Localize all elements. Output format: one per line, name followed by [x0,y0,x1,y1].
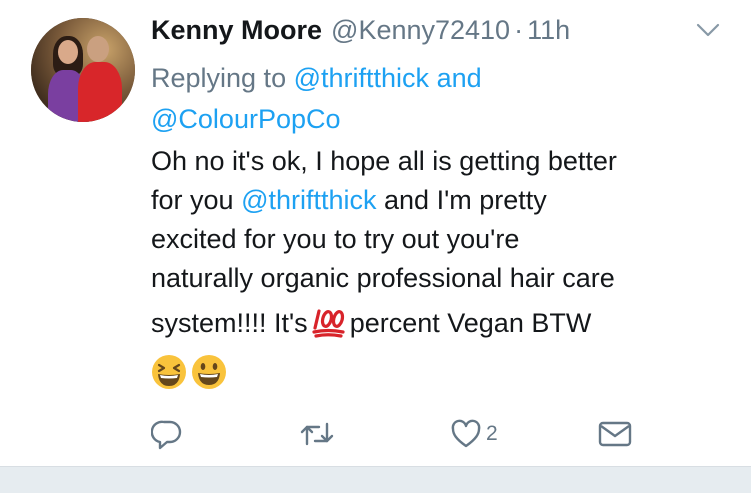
avatar[interactable] [31,18,135,122]
grinning-face-icon [192,355,226,389]
replying-prefix: Replying to [151,63,287,93]
tweet-actions: 2 [151,414,651,454]
replying-to: Replying to @thriftthick and @ColourPopC… [151,58,711,140]
like-button[interactable]: 2 [450,414,498,454]
tweet-header: Kenny Moore @Kenny72410 · 11h [151,12,570,48]
direct-message-button[interactable] [598,414,632,454]
tweet-text: Oh no it's ok, I hope all is getting bet… [151,142,741,354]
reply-icon [151,420,182,450]
emoji-row [151,354,227,390]
timestamp[interactable]: 11h [527,15,570,46]
tweet-text-line: excited for you to try out you're [151,224,520,254]
tweet[interactable]: Kenny Moore @Kenny72410 · 11h Replying t… [0,0,751,466]
timeline-divider [0,466,751,493]
reply-mention-colourpopco[interactable]: @ColourPopCo [151,104,341,134]
heart-icon [451,419,481,448]
tweet-text-line: naturally organic professional hair care [151,263,615,293]
reply-and[interactable]: and [437,63,482,93]
reply-mention-thriftthick[interactable]: @thriftthick [294,63,429,93]
hundred-points-icon [312,304,346,354]
tweet-text-line: Oh no it's ok, I hope all is getting bet… [151,146,617,176]
retweet-button[interactable] [299,414,335,454]
reply-button[interactable] [151,414,183,454]
chevron-down-icon[interactable] [696,22,720,38]
tweet-text-line: for you @thriftthick and I'm pretty [151,185,547,215]
laughing-face-icon [152,355,186,389]
tweet-text-line: system!!!! It's percent Vegan BTW [151,298,741,354]
author-name[interactable]: Kenny Moore [151,15,322,46]
separator-dot: · [514,14,524,45]
author-handle[interactable]: @Kenny72410 [331,15,510,46]
retweet-icon [300,422,334,446]
mention-thriftthick[interactable]: @thriftthick [241,185,376,215]
envelope-icon [598,421,632,447]
like-count: 2 [486,422,498,445]
